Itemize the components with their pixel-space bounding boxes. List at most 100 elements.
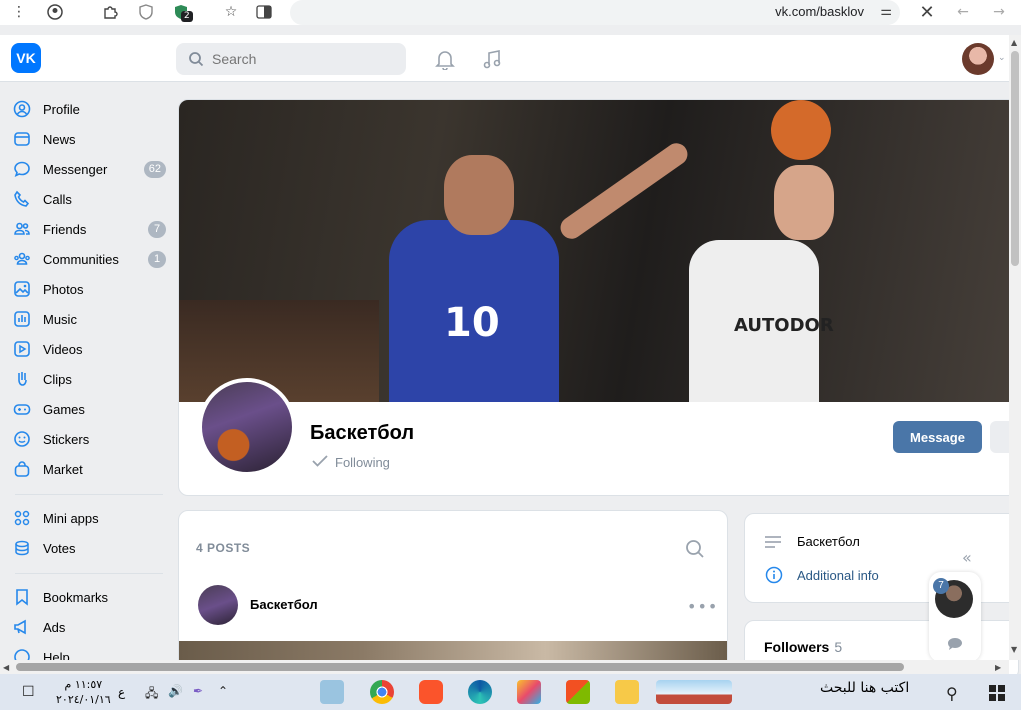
followers-title[interactable]: Followers 5 xyxy=(764,639,842,655)
language-indicator[interactable]: ع xyxy=(118,685,125,699)
sidebar-item-clips[interactable]: Clips xyxy=(12,364,166,394)
shield-extension-icon[interactable] xyxy=(137,3,155,21)
volume-icon[interactable]: 🔊 xyxy=(168,684,183,698)
brave-app-icon[interactable] xyxy=(419,680,443,704)
post-author-name[interactable]: Баскетбол xyxy=(250,597,318,612)
photo-icon xyxy=(12,279,32,299)
sidebar-item-games[interactable]: Games xyxy=(12,394,166,424)
back-arrow-icon[interactable]: ← xyxy=(954,3,972,21)
search-icon[interactable] xyxy=(685,539,705,563)
post-author-avatar[interactable] xyxy=(198,585,238,625)
vk-logo[interactable]: VK xyxy=(11,43,41,73)
microsoft-store-icon[interactable] xyxy=(566,680,590,704)
message-button[interactable]: Message xyxy=(893,421,982,453)
site-settings-icon[interactable]: ⚌ xyxy=(880,4,892,19)
additional-info-link[interactable]: Additional info xyxy=(765,566,879,584)
scroll-up-arrow-icon[interactable]: ▲ xyxy=(1011,38,1017,47)
cover-player-blue-head xyxy=(444,155,514,235)
close-icon[interactable]: ✕ xyxy=(918,2,936,23)
notification-bell-icon[interactable] xyxy=(434,48,456,74)
sidebar-item-market[interactable]: Market xyxy=(12,454,166,484)
pen-icon[interactable]: ✒ xyxy=(193,684,203,698)
sidebar-item-messenger[interactable]: Messenger 62 xyxy=(12,154,166,184)
chat-widget[interactable]: 7 xyxy=(929,572,981,662)
sidebar-divider xyxy=(15,573,163,574)
coins-icon xyxy=(12,538,32,558)
cover-jersey-text: AUTODOR xyxy=(734,315,834,336)
taskbar-time: ١١:٥٧ م xyxy=(64,678,103,691)
show-hidden-icons-chevron-icon[interactable]: ⌃ xyxy=(218,684,228,698)
search-icon xyxy=(188,51,204,71)
notifications-icon[interactable]: ☐ xyxy=(22,684,35,700)
notepad-app-icon[interactable] xyxy=(320,680,344,704)
sidebar-item-profile[interactable]: Profile xyxy=(12,94,166,124)
sidebar-item-stickers[interactable]: Stickers xyxy=(12,424,166,454)
chevron-down-icon[interactable]: ⌄ xyxy=(998,53,1006,63)
collapse-chevrons-icon[interactable]: « xyxy=(962,548,972,567)
forward-arrow-icon[interactable]: → xyxy=(990,3,1008,21)
taskbar-search-placeholder[interactable]: اكتب هنا للبحث xyxy=(820,680,909,696)
bag-icon xyxy=(12,459,32,479)
windows-taskbar: ☐ ١١:٥٧ م ٢٠٢٤/٠١/١٦ ع 🖧 🔊 ✒ ⌃ اكتب هنا … xyxy=(0,674,1021,710)
chat-bubble-icon[interactable] xyxy=(947,636,963,655)
sidebar-item-friends[interactable]: Friends 7 xyxy=(12,214,166,244)
windows-start-icon[interactable] xyxy=(989,685,1005,701)
community-avatar[interactable] xyxy=(198,378,296,476)
search-box[interactable] xyxy=(176,43,406,75)
horizontal-scrollbar-thumb[interactable] xyxy=(16,663,904,671)
sidebar-item-ads[interactable]: Ads xyxy=(12,612,166,642)
grid-icon xyxy=(12,508,32,528)
sidebar-item-bookmarks[interactable]: Bookmarks xyxy=(12,582,166,612)
cover-crowd xyxy=(179,300,379,402)
unread-chat-badge: 7 xyxy=(933,578,949,594)
sidebar-item-label: Friends xyxy=(43,221,87,237)
sidebar-item-label: Clips xyxy=(43,371,72,387)
sidebar-item-mini-apps[interactable]: Mini apps xyxy=(12,503,166,533)
sidebar-item-news[interactable]: News xyxy=(12,124,166,154)
game-app-icon[interactable] xyxy=(517,680,541,704)
followers-label: Followers xyxy=(764,639,830,655)
profile-icon[interactable] xyxy=(46,3,64,21)
scroll-right-arrow-icon[interactable]: ▶ xyxy=(995,663,1001,672)
address-bar[interactable]: vk.com/basklov ⚌ xyxy=(290,0,900,25)
cover-player-white-head xyxy=(774,165,834,240)
chrome-app-icon[interactable] xyxy=(370,680,394,704)
vertical-scrollbar[interactable]: ▲ ▼ xyxy=(1009,35,1021,660)
file-explorer-icon[interactable] xyxy=(615,680,639,704)
vertical-scrollbar-thumb[interactable] xyxy=(1011,51,1019,266)
translate-icon[interactable] xyxy=(255,3,273,21)
sidebar-item-label: Photos xyxy=(43,281,84,297)
sidebar-item-calls[interactable]: Calls xyxy=(12,184,166,214)
edge-app-icon[interactable] xyxy=(468,680,492,704)
sidebar-item-votes[interactable]: Votes xyxy=(12,533,166,563)
extensions-icon[interactable] xyxy=(101,3,119,21)
megaphone-icon xyxy=(12,617,32,637)
following-button[interactable]: Following xyxy=(312,455,390,470)
search-highlight-image[interactable] xyxy=(656,680,732,704)
search-input[interactable] xyxy=(212,43,392,75)
sidebar-item-label: Votes xyxy=(43,540,76,556)
taskbar-date: ٢٠٢٤/٠١/١٦ xyxy=(56,693,111,706)
smile-icon xyxy=(12,429,32,449)
sidebar-item-label: News xyxy=(43,131,76,147)
kebab-menu-icon[interactable]: ⋮ xyxy=(10,3,28,21)
posts-count-header: 4 POSTS xyxy=(196,541,251,555)
message-icon xyxy=(12,159,32,179)
network-icon[interactable]: 🖧 xyxy=(145,684,158,705)
sidebar-item-photos[interactable]: Photos xyxy=(12,274,166,304)
gamepad-icon xyxy=(12,399,32,419)
search-icon[interactable]: ⚲ xyxy=(946,684,958,703)
scroll-left-arrow-icon[interactable]: ◀ xyxy=(3,663,9,672)
music-note-icon[interactable] xyxy=(481,48,503,74)
sidebar-item-label: Videos xyxy=(43,341,83,357)
star-icon[interactable]: ☆ xyxy=(222,3,240,21)
sidebar-item-music[interactable]: Music xyxy=(12,304,166,334)
user-avatar[interactable] xyxy=(962,43,994,75)
scroll-down-arrow-icon[interactable]: ▼ xyxy=(1011,645,1017,654)
cover-jersey-number: 10 xyxy=(444,300,500,346)
more-horizontal-icon[interactable]: ••• xyxy=(687,597,718,616)
sidebar-item-communities[interactable]: Communities 1 xyxy=(12,244,166,274)
taskbar-clock[interactable]: ١١:٥٧ م ٢٠٢٤/٠١/١٦ xyxy=(56,677,111,707)
horizontal-scrollbar[interactable]: ◀ ▶ xyxy=(0,660,1009,674)
sidebar-item-videos[interactable]: Videos xyxy=(12,334,166,364)
